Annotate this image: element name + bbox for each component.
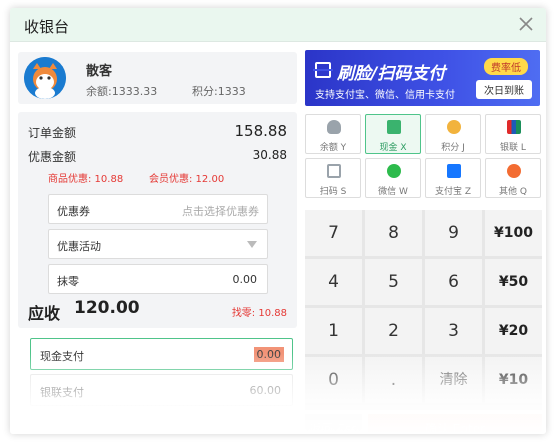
method-label: 余额 Y	[319, 143, 347, 153]
key-clear[interactable]: 清除	[425, 357, 482, 403]
cash-payment-value[interactable]: 0.00	[253, 347, 284, 362]
banner-subtitle: 支持支付宝、微信、信用卡支付	[315, 90, 455, 101]
amount-due-label: 应收	[28, 304, 61, 323]
key-0[interactable]: 0	[305, 357, 362, 403]
member-name: 散客	[86, 64, 113, 79]
coupon-field[interactable]: 优惠券 点击选择优惠券	[48, 194, 268, 224]
banner-title: 刷脸/扫码支付	[337, 64, 446, 84]
key-50[interactable]: ¥50	[485, 259, 542, 305]
member-discount-note: 会员优惠: 12.00	[149, 174, 225, 185]
method-other[interactable]: 其他 Q	[485, 158, 541, 198]
method-label: 银联 L	[500, 143, 526, 153]
method-cash[interactable]: 现金 X	[365, 114, 421, 154]
member-balance: 余额:1333.33	[86, 85, 158, 98]
next-day-button[interactable]: 次日到账	[476, 80, 532, 99]
order-amount-value: 158.88	[234, 122, 288, 140]
method-balance[interactable]: 余额 Y	[305, 114, 361, 154]
keypad: 7 8 9 ¥100 4 5 6 ¥50 1 2 3 ¥20 0 . 清除 ¥1…	[305, 210, 542, 410]
amount-due-value: 120.00	[74, 298, 140, 318]
method-wechat[interactable]: 微信 W	[365, 158, 421, 198]
key-10[interactable]: ¥10	[485, 357, 542, 403]
back-button[interactable]: 返回 Esc	[305, 414, 362, 434]
avatar	[24, 57, 66, 99]
member-points: 积分:1333	[192, 85, 246, 98]
wechat-icon	[387, 164, 401, 178]
key-3[interactable]: 3	[425, 308, 482, 354]
unionpay-payment-line[interactable]: 银联支付 60.00	[30, 374, 293, 406]
product-discount-note: 商品优惠: 10.88	[48, 174, 124, 185]
order-summary: 订单金额 158.88 优惠金额 30.88 商品优惠: 10.88 会员优惠:…	[18, 112, 297, 328]
coupon-label: 优惠券	[57, 205, 90, 218]
key-7[interactable]: 7	[305, 210, 362, 256]
method-scan[interactable]: 扫码 S	[305, 158, 361, 198]
checkout-dialog: 收银台 散客 余额:1333.33 积分:1333 订单金额 158.88 优惠…	[10, 8, 546, 434]
alipay-icon	[447, 164, 461, 178]
member-card[interactable]: 散客 余额:1333.33 积分:1333	[18, 52, 297, 104]
method-label: 其他 Q	[499, 187, 527, 197]
unionpay-icon	[507, 120, 521, 134]
rounding-field[interactable]: 抹零 0.00	[48, 264, 268, 294]
chevron-down-icon	[247, 241, 257, 248]
wallet-icon	[387, 120, 401, 134]
method-unionpay[interactable]: 银联 L	[485, 114, 541, 154]
key-100[interactable]: ¥100	[485, 210, 542, 256]
key-dot[interactable]: .	[365, 357, 422, 403]
face-scan-banner[interactable]: 刷脸/扫码支付 支持支付宝、微信、信用卡支付 费率低 次日到账	[305, 50, 540, 106]
rounding-label: 抹零	[57, 275, 79, 288]
promo-label: 优惠活动	[57, 240, 101, 253]
low-fee-badge: 费率低	[484, 58, 528, 75]
rounding-value: 0.00	[232, 273, 258, 286]
key-8[interactable]: 8	[365, 210, 422, 256]
key-5[interactable]: 5	[365, 259, 422, 305]
promo-select[interactable]: 优惠活动	[48, 229, 268, 259]
scan-icon	[327, 164, 341, 178]
close-icon[interactable]	[518, 16, 534, 32]
unionpay-payment-value[interactable]: 60.00	[247, 383, 285, 398]
method-label: 微信 W	[378, 187, 408, 197]
method-label: 现金 X	[379, 143, 407, 153]
money-bag-icon	[327, 120, 341, 134]
dialog-title: 收银台	[24, 18, 70, 36]
more-icon	[507, 164, 521, 178]
method-alipay[interactable]: 支付宝 Z	[425, 158, 481, 198]
key-6[interactable]: 6	[425, 259, 482, 305]
key-4[interactable]: 4	[305, 259, 362, 305]
scan-icon	[313, 62, 333, 78]
dialog-titlebar: 收银台	[10, 8, 546, 42]
method-label: 支付宝 Z	[434, 187, 472, 197]
key-2[interactable]: 2	[365, 308, 422, 354]
cash-payment-label: 现金支付	[40, 350, 84, 363]
discount-amount-value: 30.88	[252, 148, 287, 162]
discount-amount-label: 优惠金额	[28, 150, 77, 164]
method-points[interactable]: 积分 J	[425, 114, 481, 154]
confirm-button[interactable]: 确认 Enter	[368, 414, 542, 434]
key-9[interactable]: 9	[425, 210, 482, 256]
points-icon	[447, 120, 461, 134]
key-1[interactable]: 1	[305, 308, 362, 354]
change-amount: 找零: 10.88	[231, 308, 287, 319]
unionpay-payment-label: 银联支付	[40, 386, 84, 399]
method-label: 积分 J	[441, 143, 465, 153]
coupon-placeholder: 点击选择优惠券	[182, 205, 259, 218]
order-amount-label: 订单金额	[28, 126, 77, 140]
cash-payment-line[interactable]: 现金支付 0.00	[30, 338, 293, 370]
method-label: 扫码 S	[319, 187, 347, 197]
key-20[interactable]: ¥20	[485, 308, 542, 354]
